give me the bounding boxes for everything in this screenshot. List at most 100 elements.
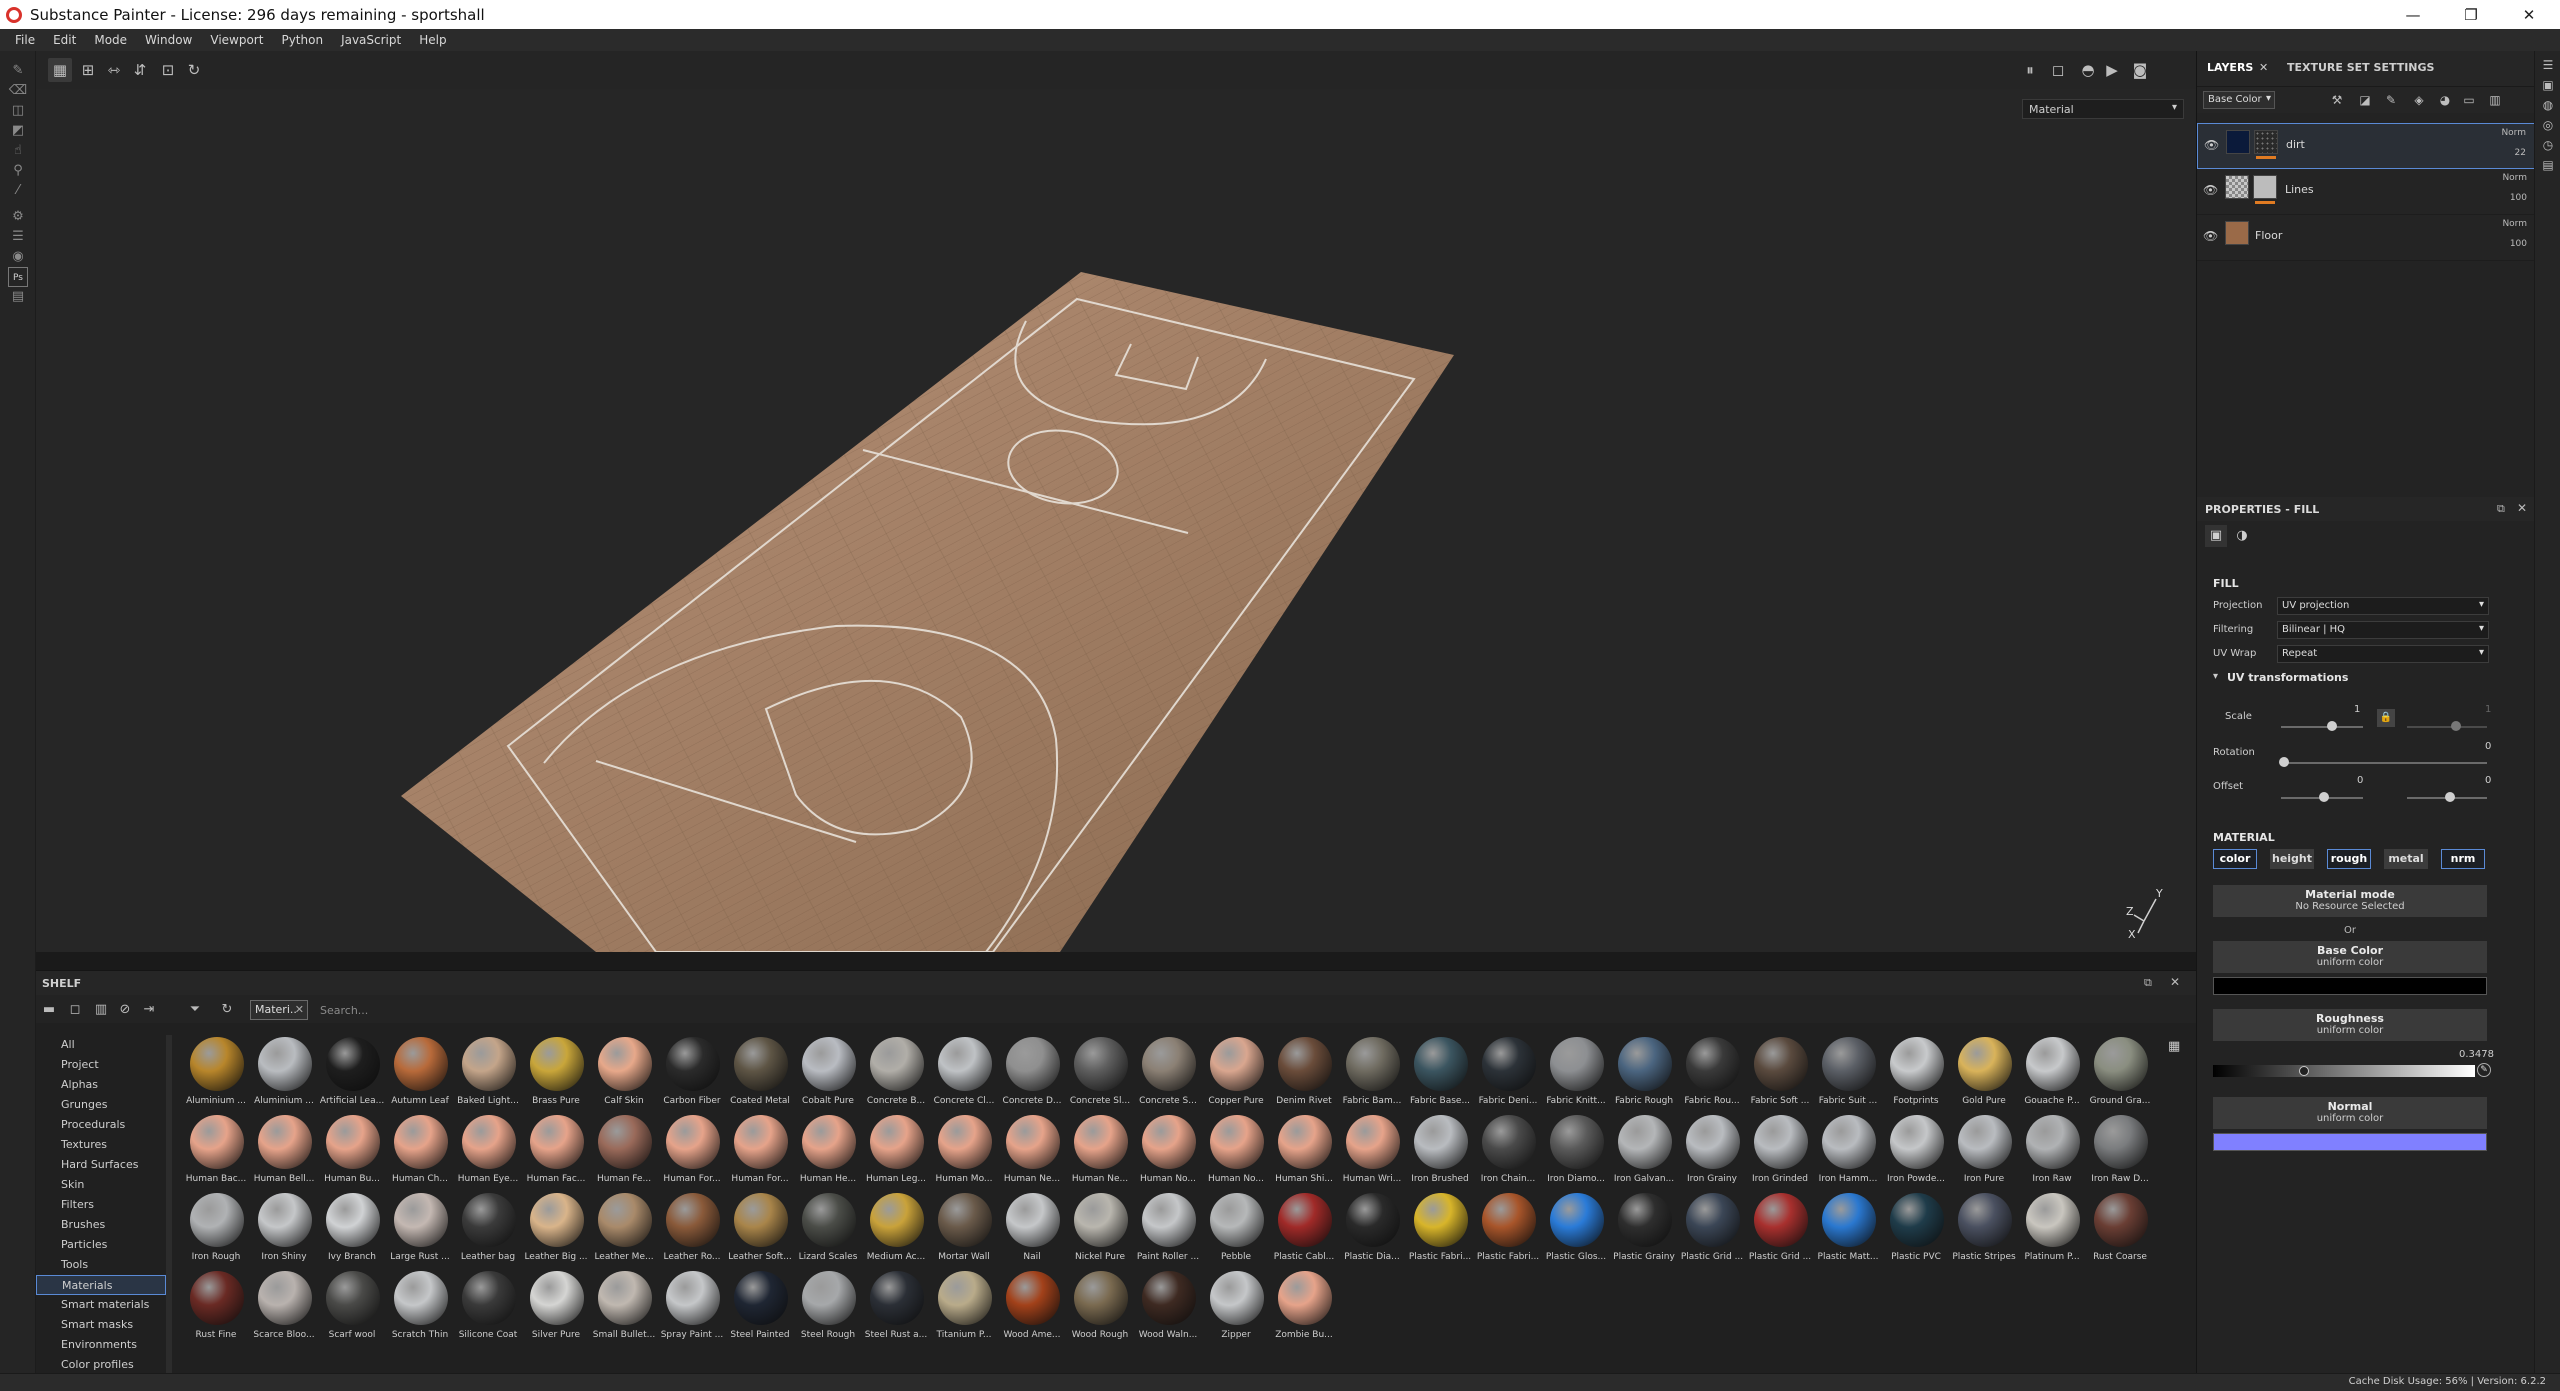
material-thumbnail[interactable]: Human Leg...: [862, 1111, 930, 1189]
frame-icon[interactable]: ⊡: [156, 58, 180, 82]
layer-row[interactable]: 👁 dirt Norm 22: [2197, 123, 2535, 169]
base-color-slot[interactable]: Base Color uniform color: [2213, 941, 2487, 973]
material-thumbnail[interactable]: Plastic Glos...: [1542, 1189, 1610, 1267]
material-thumbnail[interactable]: Fabric Soft ...: [1746, 1033, 1814, 1111]
layer-blend-mode[interactable]: Norm: [2502, 173, 2527, 183]
shelf-category-item[interactable]: Color profiles: [36, 1355, 166, 1375]
material-thumbnail[interactable]: Concrete B...: [862, 1033, 930, 1111]
shelf-category-item[interactable]: All: [36, 1035, 166, 1055]
shelf-category-item[interactable]: Alphas: [36, 1075, 166, 1095]
material-thumbnail[interactable]: Leather bag: [454, 1189, 522, 1267]
projection-select[interactable]: UV projection ▾: [2277, 597, 2489, 615]
shelf-category-item[interactable]: Smart materials: [36, 1295, 166, 1315]
material-thumbnail[interactable]: Scarf wool: [318, 1267, 386, 1345]
material-thumbnail[interactable]: Iron Brushed: [1406, 1111, 1474, 1189]
menu-edit[interactable]: Edit: [44, 33, 85, 47]
add-fill-layer-icon[interactable]: ◈: [2411, 92, 2427, 108]
shelf-category-item[interactable]: Procedurals: [36, 1115, 166, 1135]
material-thumbnail[interactable]: Iron Galvan...: [1610, 1111, 1678, 1189]
tab-layers[interactable]: LAYERS: [2207, 61, 2253, 74]
material-thumbnail[interactable]: Iron Raw: [2018, 1111, 2086, 1189]
material-thumbnail[interactable]: Scratch Thin: [386, 1267, 454, 1345]
layer-row[interactable]: 👁 Floor Norm 100: [2197, 215, 2535, 261]
close-shelf-icon[interactable]: ✕: [2170, 975, 2180, 989]
shelf-category-item[interactable]: Brushes: [36, 1215, 166, 1235]
layer-row[interactable]: 👁 Lines Norm 100: [2197, 169, 2535, 215]
material-thumbnail[interactable]: Human Bell...: [250, 1111, 318, 1189]
material-thumbnail[interactable]: Rust Fine: [182, 1267, 250, 1345]
material-thumbnail[interactable]: Human No...: [1134, 1111, 1202, 1189]
material-thumbnail[interactable]: Fabric Rou...: [1678, 1033, 1746, 1111]
polygon-fill-icon[interactable]: ◩: [8, 121, 28, 141]
scale-slider-track[interactable]: [2281, 726, 2363, 728]
material-thumbnail[interactable]: Iron Grainy: [1678, 1111, 1746, 1189]
maximize-button[interactable]: ❐: [2442, 0, 2500, 29]
add-mask-icon[interactable]: ◪: [2357, 92, 2373, 108]
material-thumbnail[interactable]: Iron Powde...: [1882, 1111, 1950, 1189]
material-thumbnail[interactable]: Human He...: [794, 1111, 862, 1189]
uv-transform-title[interactable]: UV transformations: [2227, 671, 2348, 684]
material-thumbnail[interactable]: Steel Rust a...: [862, 1267, 930, 1345]
menu-window[interactable]: Window: [136, 33, 201, 47]
offset-v-slider-knob[interactable]: [2445, 792, 2455, 802]
history-icon[interactable]: ◷: [2540, 137, 2556, 153]
material-thumbnail[interactable]: Cobalt Pure: [794, 1033, 862, 1111]
export-icon[interactable]: ▤: [8, 287, 28, 307]
material-thumbnail[interactable]: Human Shi...: [1270, 1111, 1338, 1189]
minimize-button[interactable]: —: [2384, 0, 2442, 29]
view-mode-icon[interactable]: ◻: [2046, 58, 2070, 82]
viewport-channel-select[interactable]: Material ▾: [2022, 99, 2184, 119]
material-thumbnail[interactable]: Plastic Grid ...: [1678, 1189, 1746, 1267]
tiling-icon[interactable]: ⊞: [76, 58, 100, 82]
material-thumbnail[interactable]: Human Bac...: [182, 1111, 250, 1189]
viewer-settings-icon[interactable]: ◍: [2540, 97, 2556, 113]
material-thumbnail[interactable]: Small Bullet...: [590, 1267, 658, 1345]
material-thumbnail[interactable]: Fabric Bam...: [1338, 1033, 1406, 1111]
material-thumbnail[interactable]: Footprints: [1882, 1033, 1950, 1111]
add-smart-material-icon[interactable]: ◕: [2437, 92, 2453, 108]
delete-icon[interactable]: ▥: [92, 1001, 110, 1019]
channel-toggle-height[interactable]: height: [2270, 849, 2314, 869]
category-scrollbar[interactable]: [166, 1035, 172, 1374]
shelf-category-item[interactable]: Tools: [36, 1255, 166, 1275]
material-thumbnail[interactable]: Ivy Branch: [318, 1189, 386, 1267]
material-thumbnail[interactable]: Carbon Fiber: [658, 1033, 726, 1111]
material-thumbnail[interactable]: Silver Pure: [522, 1267, 590, 1345]
material-thumbnail[interactable]: Ground Gra...: [2086, 1033, 2154, 1111]
color-picker-icon[interactable]: ⁄: [8, 181, 28, 201]
material-thumbnail[interactable]: Iron Hamm...: [1814, 1111, 1882, 1189]
tab-texture-set-settings[interactable]: TEXTURE SET SETTINGS: [2287, 61, 2434, 74]
material-thumbnail[interactable]: Human Mo...: [930, 1111, 998, 1189]
material-thumbnail[interactable]: Titanium P...: [930, 1267, 998, 1345]
grid-view-icon[interactable]: ▦: [48, 58, 72, 82]
display-settings-icon[interactable]: ▣: [2540, 77, 2556, 93]
layers-panel-icon[interactable]: ☰: [2540, 57, 2556, 73]
material-thumbnail[interactable]: Gouache P...: [2018, 1033, 2086, 1111]
material-thumbnail[interactable]: Rust Coarse: [2086, 1189, 2154, 1267]
material-thumbnail[interactable]: Plastic Fabri...: [1474, 1189, 1542, 1267]
screenshot-icon[interactable]: ◙: [2128, 58, 2152, 82]
material-sphere-icon[interactable]: ◑: [2231, 525, 2253, 547]
material-thumbnail[interactable]: Plastic Dia...: [1338, 1189, 1406, 1267]
roughness-value[interactable]: 0.3478: [2459, 1049, 2494, 1060]
close-button[interactable]: ✕: [2500, 0, 2558, 29]
shelf-search-input[interactable]: [320, 1000, 720, 1020]
material-thumbnail[interactable]: Wood Ame...: [998, 1267, 1066, 1345]
material-thumbnail[interactable]: Autumn Leaf: [386, 1033, 454, 1111]
material-thumbnail[interactable]: Calf Skin: [590, 1033, 658, 1111]
shelf-category-item[interactable]: Project: [36, 1055, 166, 1075]
material-thumbnail[interactable]: Human Bu...: [318, 1111, 386, 1189]
material-thumbnail[interactable]: Leather Soft...: [726, 1189, 794, 1267]
shelf-category-item[interactable]: Hard Surfaces: [36, 1155, 166, 1175]
history-icon[interactable]: ↻: [182, 58, 206, 82]
material-thumbnail[interactable]: Baked Light...: [454, 1033, 522, 1111]
menu-help[interactable]: Help: [410, 33, 455, 47]
material-thumbnail[interactable]: Spray Paint ...: [658, 1267, 726, 1345]
scale-v-slider-track[interactable]: [2407, 726, 2487, 728]
shelf-category-item[interactable]: Materials: [36, 1275, 166, 1295]
material-thumbnail[interactable]: Fabric Knitt...: [1542, 1033, 1610, 1111]
material-thumbnail[interactable]: Scarce Bloo...: [250, 1267, 318, 1345]
material-thumbnail[interactable]: Mortar Wall: [930, 1189, 998, 1267]
material-thumbnail[interactable]: Large Rust ...: [386, 1189, 454, 1267]
material-thumbnail[interactable]: Human Ch...: [386, 1111, 454, 1189]
